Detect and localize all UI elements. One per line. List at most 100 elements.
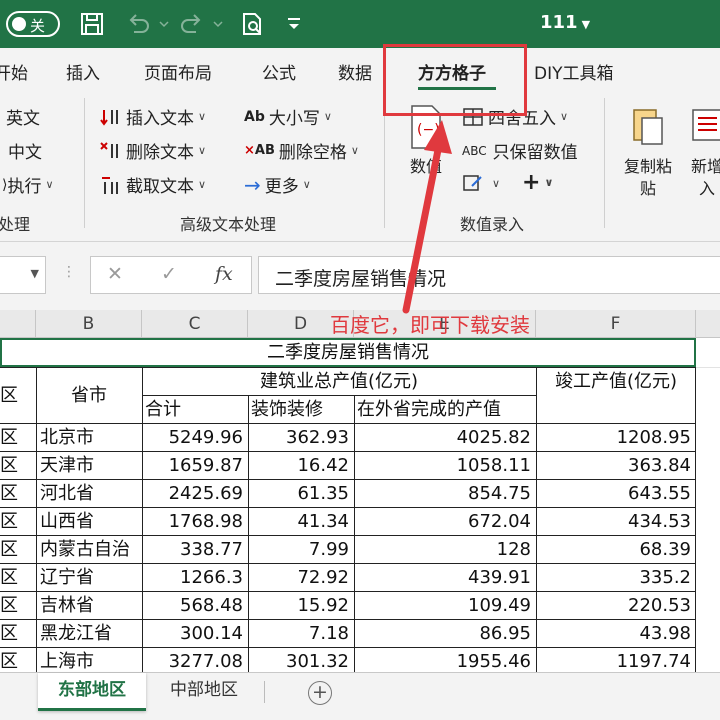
cancel-icon[interactable]: ✕ <box>107 263 123 285</box>
redo-icon[interactable] <box>178 10 206 38</box>
outside-cell[interactable]: 128 <box>354 536 536 563</box>
province-cell[interactable]: 吉林省 <box>40 592 140 619</box>
completed-cell[interactable]: 1197.74 <box>536 648 696 672</box>
total-cell[interactable]: 5249.96 <box>142 424 248 451</box>
decoration-cell[interactable]: 7.18 <box>248 620 354 647</box>
province-cell[interactable]: 内蒙古自治 <box>40 536 140 563</box>
province-cell[interactable]: 辽宁省 <box>40 564 140 591</box>
tab-insert[interactable]: 插入 <box>66 59 100 84</box>
save-icon[interactable] <box>78 10 106 38</box>
outside-cell[interactable]: 854.75 <box>354 480 536 507</box>
total-cell[interactable]: 1768.98 <box>142 508 248 535</box>
more-button[interactable]: → 更多 ∨ <box>244 172 311 198</box>
province-cell[interactable]: 山西省 <box>40 508 140 535</box>
total-cell[interactable]: 568.48 <box>142 592 248 619</box>
english-button[interactable]: 英文 <box>6 104 40 129</box>
decoration-cell[interactable]: 41.34 <box>248 508 354 535</box>
outside-cell[interactable]: 109.49 <box>354 592 536 619</box>
tab-page-layout[interactable]: 页面布局 <box>144 59 212 84</box>
total-cell[interactable]: 1266.3 <box>142 564 248 591</box>
undo-dropdown-icon[interactable] <box>150 10 169 38</box>
region-cell[interactable]: 区 <box>0 508 36 535</box>
outside-cell[interactable]: 1955.46 <box>354 648 536 672</box>
customize-qat-icon[interactable] <box>280 10 308 38</box>
outside-cell[interactable]: 439.91 <box>354 564 536 591</box>
region-cell[interactable]: 区 <box>0 620 36 647</box>
sheet-tab-central[interactable]: 中部地区 <box>150 673 258 711</box>
tab-formulas[interactable]: 公式 <box>262 59 296 84</box>
outside-cell[interactable]: 1058.11 <box>354 452 536 479</box>
completed-cell[interactable]: 1208.95 <box>536 424 696 451</box>
decoration-cell[interactable]: 301.32 <box>248 648 354 672</box>
region-cell[interactable]: 区 <box>0 564 36 591</box>
redo-dropdown-icon[interactable] <box>204 10 223 38</box>
completed-cell[interactable]: 335.2 <box>536 564 696 591</box>
resize-handle-icon[interactable]: ⋮ <box>62 264 76 280</box>
column-header-b[interactable]: B <box>36 310 142 338</box>
construction-total-header[interactable]: 建筑业总产值(亿元) <box>142 368 536 395</box>
print-preview-icon[interactable] <box>238 10 266 38</box>
add-entry-button[interactable]: 新增 入 <box>682 104 720 200</box>
region-cell[interactable]: 区 <box>0 452 36 479</box>
column-header-c[interactable]: C <box>142 310 248 338</box>
completed-cell[interactable]: 363.84 <box>536 452 696 479</box>
region-header-fragment[interactable]: 区 <box>0 382 36 409</box>
insert-function-icon[interactable]: fx <box>215 263 233 285</box>
province-cell[interactable]: 黑龙江省 <box>40 620 140 647</box>
subheader-outside[interactable]: 在外省完成的产值 <box>357 396 535 423</box>
province-header[interactable]: 省市 <box>36 382 142 409</box>
extract-text-button[interactable]: 截取文本 ∨ <box>100 172 206 197</box>
total-cell[interactable]: 2425.69 <box>142 480 248 507</box>
keep-values-button[interactable]: ABC 只保留数值 <box>462 138 578 163</box>
delete-spaces-button[interactable]: ×AB 删除空格 ∨ <box>244 138 359 163</box>
province-cell[interactable]: 北京市 <box>40 424 140 451</box>
region-cell[interactable]: 区 <box>0 536 36 563</box>
completed-cell[interactable]: 220.53 <box>536 592 696 619</box>
undo-icon[interactable] <box>124 10 152 38</box>
province-cell[interactable]: 上海市 <box>40 648 140 672</box>
edit-icon-button[interactable]: ∨ <box>462 172 500 194</box>
add-button[interactable]: + ∨ <box>522 170 553 195</box>
execute-button[interactable]: ⟩ 执行 ∨ <box>2 172 54 198</box>
sheet-tab-east[interactable]: 东部地区 <box>38 673 146 711</box>
province-cell[interactable]: 天津市 <box>40 452 140 479</box>
region-cell[interactable]: 区 <box>0 592 36 619</box>
completed-cell[interactable]: 434.53 <box>536 508 696 535</box>
autosave-toggle[interactable]: 关 <box>6 11 60 37</box>
total-cell[interactable]: 300.14 <box>142 620 248 647</box>
formula-input[interactable]: 二季度房屋销售情况 <box>258 256 720 294</box>
column-header-a[interactable] <box>0 310 36 338</box>
region-cell[interactable]: 区 <box>0 480 36 507</box>
delete-text-button[interactable]: 删除文本 ∨ <box>100 138 206 163</box>
completed-cell[interactable]: 43.98 <box>536 620 696 647</box>
worksheet-grid[interactable]: 二季度房屋销售情况 区 省市 建筑业总产值(亿元) 竣工产值(亿元) 合计 装饰… <box>0 338 720 672</box>
subheader-decoration[interactable]: 装饰装修 <box>251 396 351 423</box>
tab-data[interactable]: 数据 <box>338 59 372 84</box>
tab-home[interactable]: 开始 <box>0 59 28 84</box>
add-sheet-icon[interactable]: + <box>308 681 332 705</box>
enter-icon[interactable]: ✓ <box>161 263 177 285</box>
decoration-cell[interactable]: 362.93 <box>248 424 354 451</box>
case-button[interactable]: Ab 大小写 ∨ <box>244 104 332 130</box>
document-title[interactable]: 111 ▼ <box>540 12 590 33</box>
outside-cell[interactable]: 4025.82 <box>354 424 536 451</box>
decoration-cell[interactable]: 72.92 <box>248 564 354 591</box>
chinese-button[interactable]: 中文 <box>8 138 42 163</box>
outside-cell[interactable]: 86.95 <box>354 620 536 647</box>
tab-diy-toolbox[interactable]: DIY工具箱 <box>534 59 614 84</box>
decoration-cell[interactable]: 16.42 <box>248 452 354 479</box>
completed-cell[interactable]: 643.55 <box>536 480 696 507</box>
decoration-cell[interactable]: 61.35 <box>248 480 354 507</box>
province-cell[interactable]: 河北省 <box>40 480 140 507</box>
region-cell[interactable]: 区 <box>0 648 36 672</box>
outside-cell[interactable]: 672.04 <box>354 508 536 535</box>
completed-cell[interactable]: 68.39 <box>536 536 696 563</box>
total-cell[interactable]: 338.77 <box>142 536 248 563</box>
insert-text-button[interactable]: 插入文本 ∨ <box>100 104 206 129</box>
decoration-cell[interactable]: 15.92 <box>248 592 354 619</box>
copy-paste-button[interactable]: 复制粘 贴 <box>618 104 678 200</box>
decoration-cell[interactable]: 7.99 <box>248 536 354 563</box>
total-cell[interactable]: 1659.87 <box>142 452 248 479</box>
completed-value-header[interactable]: 竣工产值(亿元) <box>536 368 696 395</box>
total-cell[interactable]: 3277.08 <box>142 648 248 672</box>
